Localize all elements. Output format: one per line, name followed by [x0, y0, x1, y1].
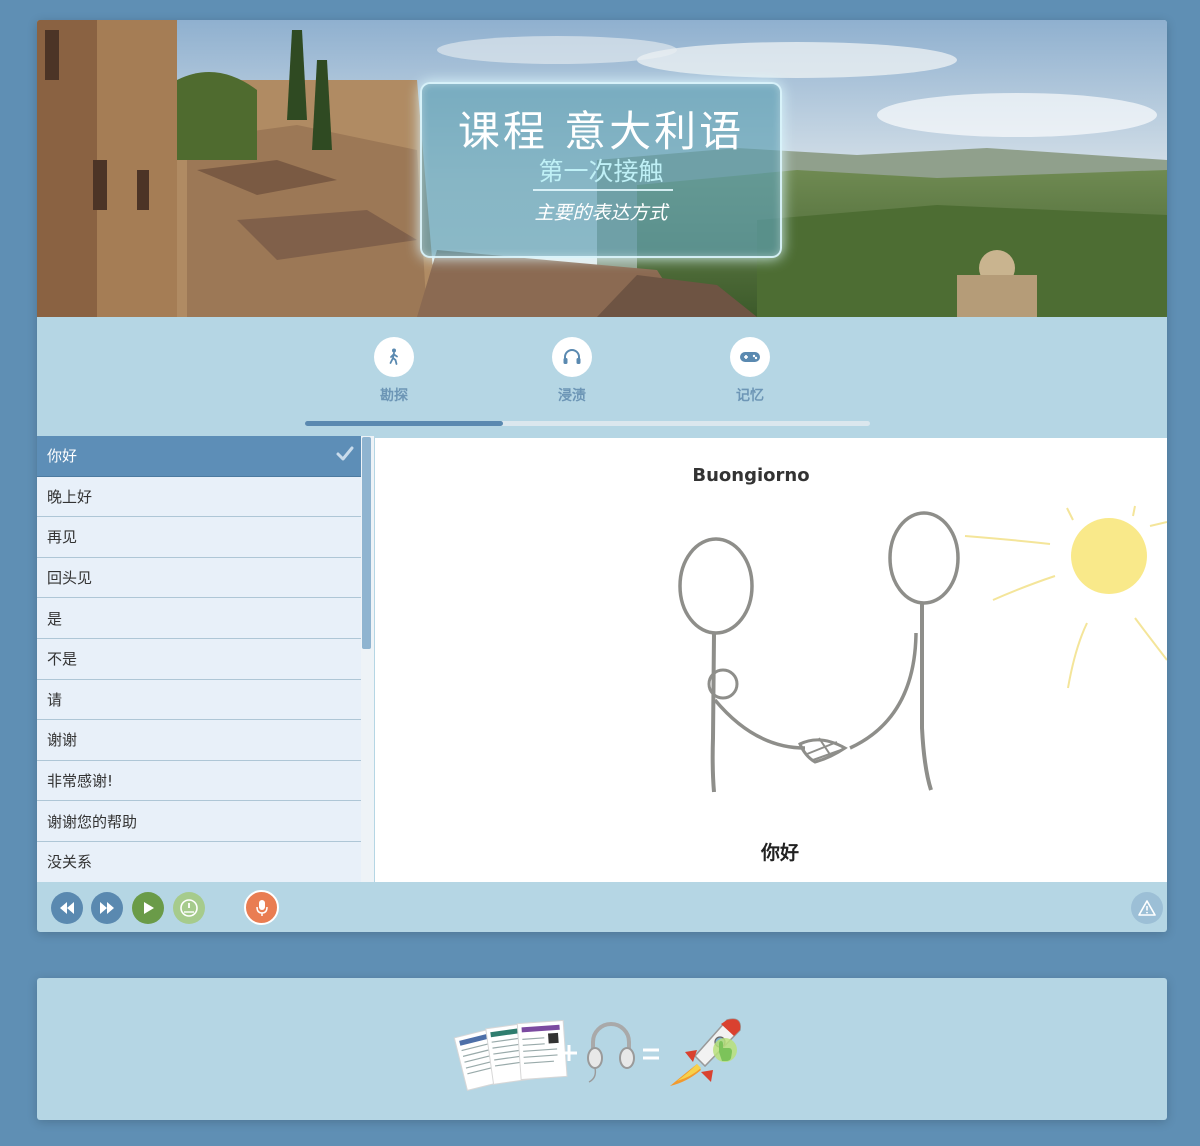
speed-icon [180, 899, 198, 917]
flashcard-panel: Buongiorno 你好 [375, 438, 1167, 882]
phrase-list-item[interactable]: 谢谢您的帮助 [37, 801, 361, 842]
phrase-list-item[interactable]: 不是 [37, 638, 361, 680]
checkmark-icon [335, 445, 355, 467]
phrase-list: 你好晚上好再见回头见是不是请谢谢非常感谢! 谢谢您的帮助 没关系 [37, 436, 361, 882]
flashcards-icon [453, 1019, 568, 1091]
lesson-progress-bar [305, 421, 870, 426]
tab-explore-label: 勘探 [380, 388, 408, 404]
fast-forward-icon [100, 902, 114, 914]
gamepad-icon [730, 337, 770, 377]
phrase-label: 你好 [47, 447, 78, 466]
lesson-banner: 课程 意大利语 第一次接触 主要的表达方式 [37, 20, 1167, 317]
report-problem-button[interactable] [1131, 892, 1163, 924]
tab-explore[interactable]: 勘探 [354, 337, 434, 405]
phrase-list-item[interactable]: 没关系 [37, 841, 361, 882]
phrase-list-item[interactable]: 再见 [37, 517, 361, 558]
headphones-icon [552, 337, 592, 377]
lesson-title-card: 课程 意大利语 第一次接触 主要的表达方式 [420, 82, 782, 258]
italian-word: Buongiorno [692, 465, 810, 486]
rewind-button[interactable] [51, 892, 83, 924]
phrase-list-item[interactable]: 晚上好 [37, 476, 361, 518]
phrase-label: 晚上好 [47, 487, 93, 506]
fast-forward-button[interactable] [91, 892, 123, 924]
title-divider [533, 189, 673, 191]
microphone-icon [255, 899, 268, 916]
phrase-label: 回头见 [47, 569, 93, 588]
equals-icon [643, 1048, 659, 1060]
phrase-label: 请 [47, 690, 63, 709]
phrase-list-scroll-thumb[interactable] [362, 437, 371, 649]
lesson-progress-fill [305, 421, 503, 426]
lesson-app: 课程 意大利语 第一次接触 主要的表达方式 勘探 浸渍 记忆 你好 晚上好 再见… [37, 20, 1167, 932]
phrase-label: 没关系 [47, 853, 93, 872]
phrase-list-item[interactable]: 你好 [37, 436, 361, 477]
warning-icon [1138, 900, 1156, 916]
tab-immerse-label: 浸渍 [558, 388, 586, 404]
phrase-list-item[interactable]: 是 [37, 598, 361, 639]
word-translation: 你好 [760, 842, 799, 864]
speed-button[interactable] [173, 892, 205, 924]
phrase-label: 不是 [47, 650, 78, 669]
sun-icon [1071, 518, 1147, 594]
play-icon [144, 902, 154, 914]
phrase-list-item[interactable]: 回头见 [37, 557, 361, 599]
greeting-illustration [678, 505, 1167, 793]
record-button[interactable] [244, 890, 279, 925]
phrase-list-item[interactable]: 请 [37, 679, 361, 721]
phrase-label: 非常感谢! [47, 772, 114, 791]
walking-person-icon [374, 337, 414, 377]
playback-controls [37, 882, 1167, 932]
lesson-description: 主要的表达方式 [534, 202, 668, 224]
tab-immerse[interactable]: 浸渍 [532, 337, 612, 405]
phrase-label: 谢谢 [47, 731, 78, 750]
lesson-title: 课程 意大利语 [457, 107, 745, 156]
phrase-list-item[interactable]: 谢谢 [37, 720, 361, 761]
tab-memory[interactable]: 记忆 [710, 337, 790, 405]
phrase-label: 再见 [47, 528, 78, 547]
phrase-label: 谢谢您的帮助 [47, 812, 138, 831]
method-promo-banner [37, 978, 1167, 1120]
play-button[interactable] [132, 892, 164, 924]
method-illustration [453, 1018, 741, 1091]
tab-memory-label: 记忆 [736, 388, 764, 404]
phrase-list-item[interactable]: 非常感谢! [37, 760, 361, 802]
lesson-subtitle: 第一次接触 [538, 157, 664, 186]
rewind-icon [60, 902, 74, 914]
headphones-illustration-icon [587, 1022, 635, 1083]
rocket-icon [670, 1018, 741, 1086]
phrase-label: 是 [47, 609, 63, 628]
